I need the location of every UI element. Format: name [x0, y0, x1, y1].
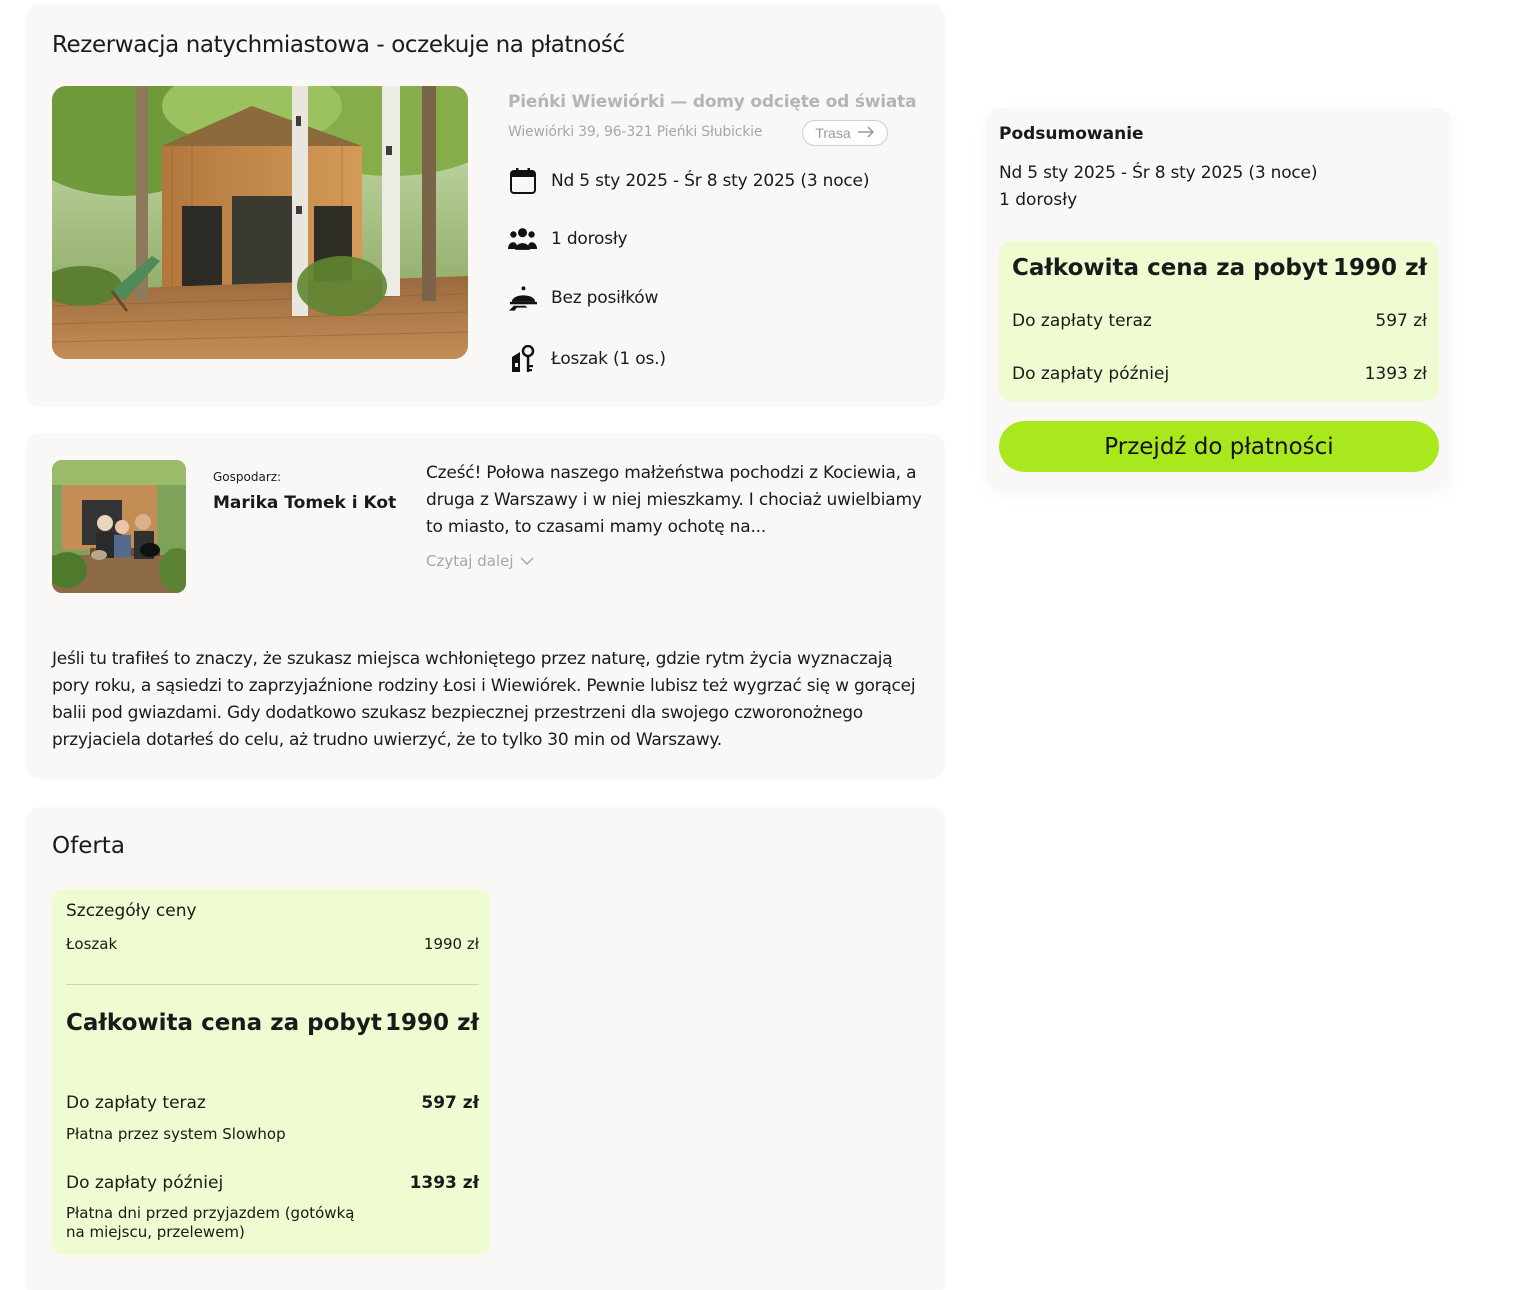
host-name: Marika Tomek i Kot	[213, 493, 397, 513]
summary-pay-now-row: Do zapłaty teraz 597 zł	[1012, 311, 1427, 331]
host-photo	[52, 460, 186, 593]
price-details-panel: Szczegóły ceny Łoszak 1990 zł Całkowita …	[52, 889, 491, 1255]
arrow-right-icon	[857, 125, 875, 141]
price-line-item: Łoszak 1990 zł	[66, 935, 479, 953]
summary-pay-later-value: 1393 zł	[1364, 364, 1427, 384]
summary-total-row: Całkowita cena za pobyt 1990 zł	[1012, 255, 1427, 281]
read-more-label: Czytaj dalej	[426, 552, 514, 570]
offer-pay-now-row: Do zapłaty teraz 597 zł	[66, 1093, 479, 1113]
summary-panel: Podsumowanie Nd 5 sty 2025 - Śr 8 sty 20…	[986, 108, 1451, 488]
property-name[interactable]: Pieńki Wiewiórki — domy odcięte od świat…	[508, 92, 917, 112]
key-icon	[508, 344, 537, 373]
summary-pay-later-row: Do zapłaty później 1393 zł	[1012, 364, 1427, 384]
property-description: Jeśli tu trafiłeś to znaczy, że szukasz …	[52, 649, 916, 750]
summary-title: Podsumowanie	[999, 124, 1144, 144]
offer-pay-later-value: 1393 zł	[409, 1173, 479, 1193]
offer-pay-later-label: Do zapłaty później	[66, 1173, 224, 1193]
host-bio: Cześć! Połowa naszego małżeństwa pochodz…	[426, 463, 922, 537]
price-line-name: Łoszak	[66, 935, 118, 953]
summary-price-panel: Całkowita cena za pobyt 1990 zł Do zapła…	[999, 241, 1439, 401]
host-caption: Gospodarz:	[213, 470, 282, 484]
summary-total-value: 1990 zł	[1333, 255, 1427, 281]
property-photo[interactable]	[52, 86, 468, 359]
booking-card: Rezerwacja natychmiastowa - oczekuje na …	[26, 4, 945, 407]
cloche-icon	[508, 283, 537, 312]
booking-guests: 1 dorosły	[551, 228, 628, 249]
summary-pay-now-label: Do zapłaty teraz	[1012, 311, 1152, 331]
booking-guests-row: 1 dorosły	[508, 224, 628, 253]
booking-room: Łoszak (1 os.)	[551, 348, 666, 369]
offer-card: Oferta Szczegóły ceny Łoszak 1990 zł Cał…	[26, 807, 945, 1290]
host-card: Gospodarz: Marika Tomek i Kot Cześć! Poł…	[26, 433, 945, 779]
price-details-heading: Szczegóły ceny	[66, 901, 197, 921]
booking-meals-row: Bez posiłków	[508, 283, 658, 312]
booking-room-row: Łoszak (1 os.)	[508, 344, 666, 373]
calendar-icon	[508, 166, 537, 195]
offer-total-row: Całkowita cena za pobyt 1990 zł	[66, 1010, 479, 1036]
summary-pay-later-label: Do zapłaty później	[1012, 364, 1170, 384]
offer-pay-now-value: 597 zł	[421, 1093, 479, 1113]
booking-dates: Nd 5 sty 2025 - Śr 8 sty 2025 (3 noce)	[551, 170, 870, 191]
offer-pay-now-note: Płatna przez system Slowhop	[66, 1125, 286, 1143]
offer-pay-now-label: Do zapłaty teraz	[66, 1093, 206, 1113]
offer-title: Oferta	[52, 833, 125, 859]
route-label: Trasa	[815, 125, 851, 141]
summary-guests: 1 dorosły	[999, 190, 1078, 210]
booking-meals: Bez posiłków	[551, 287, 659, 308]
offer-pay-later-row: Do zapłaty później 1393 zł	[66, 1173, 479, 1193]
offer-total-value: 1990 zł	[385, 1010, 479, 1036]
people-icon	[508, 224, 537, 253]
route-button[interactable]: Trasa	[802, 120, 888, 146]
booking-dates-row: Nd 5 sty 2025 - Śr 8 sty 2025 (3 noce)	[508, 166, 869, 195]
price-line-value: 1990 zł	[423, 935, 479, 953]
booking-status-title: Rezerwacja natychmiastowa - oczekuje na …	[52, 32, 625, 58]
summary-pay-now-value: 597 zł	[1375, 311, 1427, 331]
summary-total-label: Całkowita cena za pobyt	[1012, 255, 1328, 281]
property-address: Wiewiórki 39, 96-321 Pieńki Słubickie	[508, 124, 763, 140]
summary-dates: Nd 5 sty 2025 - Śr 8 sty 2025 (3 noce)	[999, 163, 1318, 183]
divider	[66, 984, 479, 985]
offer-total-label: Całkowita cena za pobyt	[66, 1010, 382, 1036]
read-more-link[interactable]: Czytaj dalej	[426, 552, 534, 570]
offer-pay-later-note: Płatna dni przed przyjazdem (gotówką na …	[66, 1204, 355, 1241]
chevron-down-icon	[519, 552, 534, 570]
proceed-to-payment-button[interactable]: Przejdź do płatności	[999, 421, 1439, 472]
